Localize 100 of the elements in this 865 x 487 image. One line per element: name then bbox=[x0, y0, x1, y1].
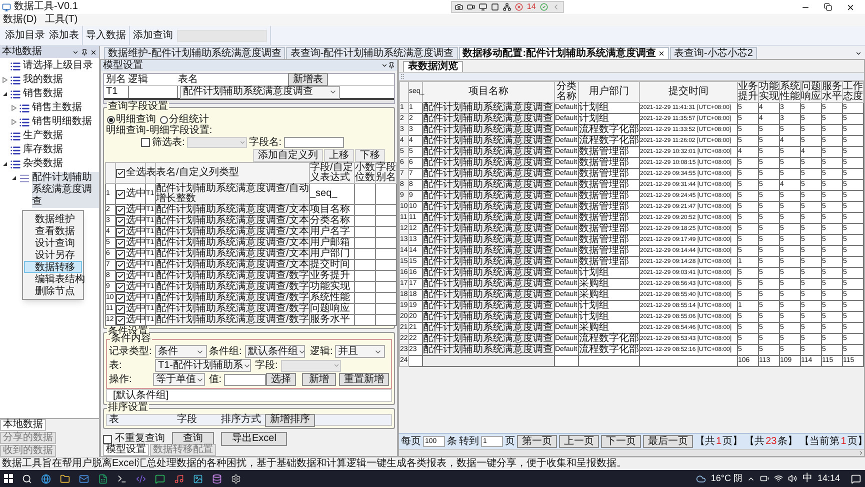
radio-button[interactable] bbox=[160, 116, 168, 124]
tree-item[interactable]: 杂类数据 bbox=[23, 158, 63, 170]
tree-item[interactable]: 我的数据 bbox=[23, 74, 63, 86]
checkbox[interactable] bbox=[103, 434, 112, 444]
envelope-icon[interactable] bbox=[79, 474, 89, 484]
toolbar-button[interactable]: 添加查询 bbox=[133, 30, 173, 40]
pin-icon[interactable] bbox=[388, 62, 395, 69]
error-icon[interactable] bbox=[514, 3, 523, 11]
checkbox[interactable] bbox=[116, 260, 125, 270]
tab[interactable]: 表查询-配件计划辅助系统满意度调查 bbox=[286, 47, 458, 59]
pin-icon[interactable] bbox=[81, 48, 88, 56]
windows-logo-icon[interactable] bbox=[4, 474, 13, 483]
check-circle-icon[interactable] bbox=[540, 3, 548, 11]
dropdown[interactable]: 条件 bbox=[155, 345, 207, 358]
restore-icon[interactable] bbox=[824, 3, 832, 11]
pick-button[interactable]: 选择 bbox=[266, 373, 296, 386]
action-button[interactable]: 导出Excel bbox=[221, 432, 288, 446]
spreadsheet-icon[interactable] bbox=[98, 474, 108, 484]
page-button[interactable]: 上一页 bbox=[559, 435, 599, 448]
menu-item[interactable]: 删除节点 bbox=[24, 285, 82, 297]
tab[interactable]: 模型设置 bbox=[103, 444, 149, 456]
network-icon[interactable] bbox=[502, 3, 511, 11]
menu-item[interactable]: 设计另存 bbox=[24, 249, 82, 261]
battery-icon[interactable] bbox=[760, 474, 770, 483]
checkbox[interactable] bbox=[116, 304, 125, 314]
dropdown[interactable]: 配件计划辅助系统满意度调查 bbox=[180, 86, 340, 98]
chat-bubble-icon[interactable] bbox=[155, 474, 165, 484]
toolbar-button[interactable]: 下移 bbox=[355, 149, 385, 162]
add-table-button[interactable]: 新增表 bbox=[288, 73, 328, 86]
close-icon[interactable] bbox=[90, 48, 97, 56]
tab[interactable]: 数据维护-配件计划辅助系统满意度调查 bbox=[104, 47, 286, 59]
dropdown[interactable]: 等于单值 bbox=[152, 373, 205, 386]
monitor-icon[interactable] bbox=[478, 3, 487, 11]
checkbox[interactable] bbox=[116, 216, 125, 226]
collapsed-triangle-icon[interactable] bbox=[2, 77, 8, 83]
page-button[interactable]: 下一页 bbox=[601, 435, 641, 448]
checkbox[interactable] bbox=[116, 316, 125, 324]
menu-item[interactable]: 查看数据 bbox=[24, 225, 82, 237]
speaker-icon[interactable] bbox=[788, 474, 798, 483]
input-field[interactable] bbox=[224, 374, 266, 386]
toolbar-button[interactable]: 添加目录 bbox=[5, 30, 45, 40]
checkbox[interactable] bbox=[116, 282, 125, 292]
square-icon[interactable] bbox=[490, 3, 499, 11]
reset-add-button[interactable]: 重置新增 bbox=[339, 373, 389, 386]
checkbox[interactable] bbox=[116, 272, 125, 280]
notification-icon[interactable] bbox=[851, 474, 861, 484]
music-note-icon[interactable] bbox=[174, 474, 184, 484]
add-button[interactable]: 新增 bbox=[302, 373, 336, 386]
code-icon[interactable] bbox=[136, 474, 146, 484]
scroll-right-icon[interactable] bbox=[858, 450, 864, 456]
folder-icon[interactable] bbox=[60, 474, 70, 484]
input-field[interactable] bbox=[284, 137, 344, 148]
page-button[interactable]: 第一页 bbox=[517, 435, 557, 448]
toolbar-button[interactable]: 添加自定义列 bbox=[253, 149, 323, 162]
tab[interactable]: 表数据浏览 bbox=[403, 61, 463, 72]
checkbox[interactable] bbox=[116, 168, 125, 178]
radio-button[interactable] bbox=[107, 116, 115, 124]
checkbox[interactable] bbox=[116, 250, 125, 258]
page-button[interactable]: 最后一页 bbox=[643, 435, 693, 448]
dropdown[interactable]: T1-配件计划辅助系 bbox=[155, 359, 251, 372]
tree-item[interactable]: 配件计划辅助系统满意度调查 bbox=[32, 172, 99, 208]
tab[interactable]: 分享的数据 bbox=[0, 432, 56, 444]
dropdown-icon[interactable] bbox=[381, 62, 388, 69]
collapsed-triangle-icon[interactable] bbox=[11, 105, 17, 111]
checkbox[interactable] bbox=[116, 238, 125, 248]
video-camera-icon[interactable] bbox=[466, 3, 475, 11]
tab[interactable]: 收到的数据 bbox=[0, 445, 56, 457]
checkbox[interactable] bbox=[141, 138, 150, 147]
expanded-triangle-icon[interactable] bbox=[11, 175, 17, 181]
tab[interactable]: 表查询-小芯小芯2 bbox=[670, 47, 757, 59]
expanded-triangle-icon[interactable] bbox=[2, 91, 8, 97]
toolbar-button[interactable]: 添加表 bbox=[49, 30, 79, 40]
tab[interactable]: 数据转移配置 bbox=[150, 444, 216, 456]
expanded-triangle-icon[interactable] bbox=[2, 161, 8, 167]
add-sort-button[interactable]: 新增排序 bbox=[265, 414, 315, 426]
checkbox[interactable] bbox=[116, 294, 125, 302]
checkbox[interactable] bbox=[116, 206, 125, 214]
tab[interactable]: 数据移动配置:配件计划辅助系统满意度调查 bbox=[458, 47, 670, 59]
search-icon[interactable] bbox=[22, 474, 32, 484]
globe-icon[interactable] bbox=[41, 474, 51, 484]
menu-item[interactable]: 数据(D) bbox=[3, 15, 37, 25]
wifi-icon[interactable] bbox=[774, 474, 784, 483]
tree-item[interactable]: 库存数据 bbox=[23, 144, 63, 156]
camera-icon[interactable] bbox=[454, 3, 463, 11]
tab-list-icon[interactable] bbox=[855, 50, 862, 57]
checkbox[interactable] bbox=[116, 190, 125, 198]
dropdown[interactable]: 并且 bbox=[335, 345, 385, 358]
dropdown-icon[interactable] bbox=[72, 48, 79, 56]
search-field[interactable] bbox=[177, 30, 267, 42]
tree-item[interactable]: 请选择上级目录 bbox=[23, 60, 93, 72]
close-icon[interactable] bbox=[658, 50, 666, 57]
image-icon[interactable] bbox=[193, 474, 203, 484]
list-item[interactable]: [默认条件组] bbox=[113, 390, 169, 400]
gear-icon[interactable] bbox=[231, 474, 241, 484]
menu-item[interactable]: 编辑表结构 bbox=[24, 273, 82, 285]
menu-item[interactable]: 数据维护 bbox=[24, 213, 82, 225]
dropdown[interactable]: 默认条件组 bbox=[245, 345, 305, 358]
checkbox[interactable] bbox=[116, 228, 125, 236]
tree-item[interactable]: 销售主数据 bbox=[32, 102, 82, 114]
toolbar-button[interactable]: 导入数据 bbox=[86, 30, 126, 40]
